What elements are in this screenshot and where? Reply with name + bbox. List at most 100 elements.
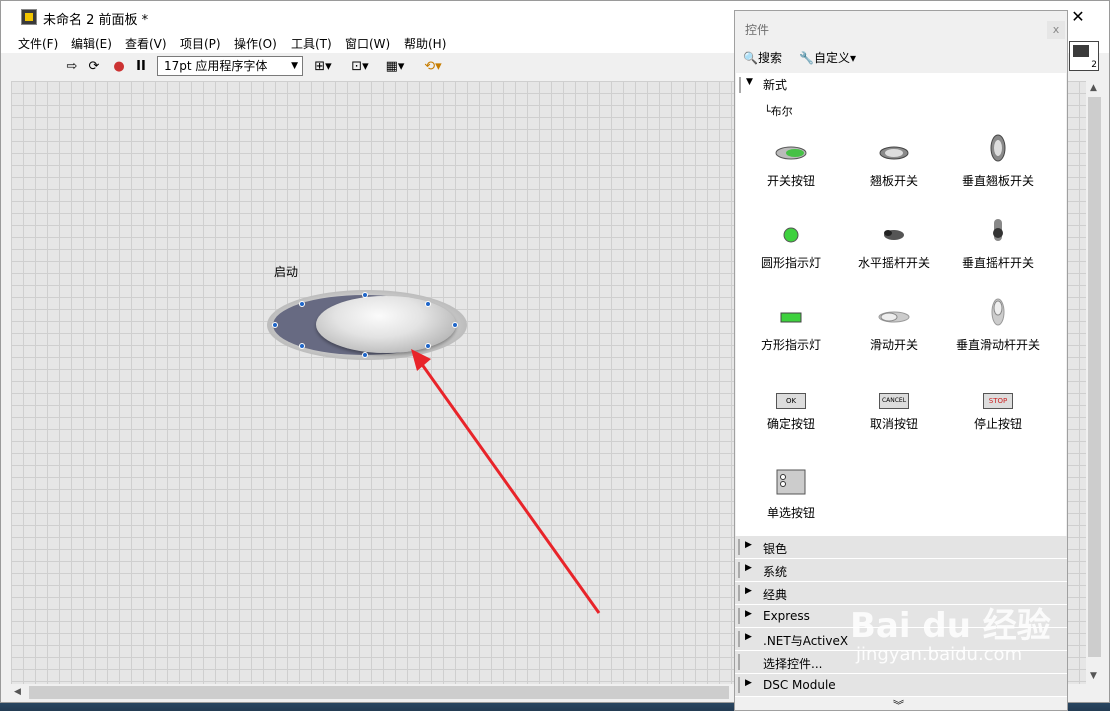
- category-label: .NET与ActiveX: [763, 634, 849, 648]
- resize-handle[interactable]: [272, 322, 278, 328]
- vertical-slide-icon: [991, 298, 1005, 326]
- resize-objects-icon[interactable]: ▦▾: [381, 58, 409, 76]
- menu-window[interactable]: 窗口(W): [345, 35, 390, 52]
- row-separator: [738, 562, 740, 578]
- palette-item[interactable]: 开关按钮: [741, 143, 841, 189]
- palette-item[interactable]: 方形指示灯: [741, 307, 841, 353]
- expand-right-icon: ▶: [745, 609, 752, 619]
- item-label: 确定按钮: [766, 417, 815, 431]
- abort-icon[interactable]: ●: [110, 58, 128, 76]
- wrench-icon: 🔧: [799, 51, 814, 65]
- resize-handle[interactable]: [362, 292, 368, 298]
- menu-edit[interactable]: 编辑(E): [71, 35, 112, 52]
- category-label: 选择控件...: [763, 657, 823, 671]
- stop-button-icon: STOP: [983, 393, 1013, 409]
- menu-project[interactable]: 项目(P): [180, 35, 221, 52]
- expand-right-icon: ▶: [745, 563, 752, 573]
- row-separator: [738, 677, 740, 693]
- item-label: 垂直滑动杆开关: [955, 338, 1040, 352]
- palette-content: ▼ 新式 └布尔 开关按钮 翘板开关 垂直翘板开关 圆形指示灯 水平摇杆开关 垂…: [736, 73, 1066, 536]
- reorder-icon[interactable]: ⟲▾: [419, 58, 447, 76]
- item-label: 滑动开关: [869, 338, 918, 352]
- search-label: 搜索: [757, 51, 782, 65]
- resize-handle[interactable]: [299, 343, 305, 349]
- scroll-down-icon[interactable]: ▼: [1090, 671, 1097, 681]
- run-arrow-icon[interactable]: ⇨: [63, 58, 81, 76]
- subcategory-boolean[interactable]: └布尔: [764, 103, 793, 119]
- palette-item[interactable]: 滑动开关: [844, 307, 944, 353]
- category-label: 经典: [763, 588, 788, 602]
- square-led-icon: [780, 312, 802, 323]
- expand-right-icon: ▶: [745, 678, 752, 688]
- resize-handle[interactable]: [299, 301, 305, 307]
- row-separator: [738, 631, 740, 647]
- pause-icon[interactable]: II: [132, 58, 150, 76]
- palette-search-button[interactable]: 🔍搜索: [743, 49, 782, 66]
- category-label: 银色: [763, 542, 788, 556]
- resize-handle[interactable]: [425, 301, 431, 307]
- palette-item[interactable]: 翘板开关: [844, 143, 944, 189]
- category-row[interactable]: ▶ 系统: [735, 559, 1067, 582]
- palette-item[interactable]: CANCEL 取消按钮: [844, 393, 944, 432]
- menu-help[interactable]: 帮助(H): [404, 35, 446, 52]
- align-objects-icon[interactable]: ⊞▾: [309, 58, 337, 76]
- cancel-button-icon: CANCEL: [879, 393, 909, 409]
- menu-file[interactable]: 文件(F): [18, 35, 58, 52]
- item-label: 圆形指示灯: [760, 256, 821, 270]
- row-separator: [738, 654, 740, 670]
- vertical-scroll-thumb[interactable]: [1088, 97, 1101, 657]
- item-label: 垂直摇杆开关: [961, 256, 1034, 270]
- chevron-down-icon: ▼: [291, 61, 298, 71]
- radio-button-icon: [776, 469, 806, 495]
- row-separator: [739, 77, 741, 93]
- control-label[interactable]: 启动: [274, 263, 298, 280]
- category-row[interactable]: ▶ DSC Module: [735, 674, 1067, 697]
- window-title: 未命名 2 前面板 *: [43, 13, 149, 28]
- expand-right-icon: ▶: [745, 632, 752, 642]
- expand-right-icon: ▶: [745, 540, 752, 550]
- row-separator: [738, 585, 740, 601]
- palette-customize-button[interactable]: 🔧自定义▾: [799, 49, 856, 66]
- vi-icon[interactable]: 2: [1069, 41, 1099, 71]
- palette-item[interactable]: STOP 停止按钮: [948, 393, 1048, 432]
- palette-item[interactable]: OK 确定按钮: [741, 393, 841, 432]
- vi-icon-graphic: [1073, 45, 1089, 57]
- expand-down-icon[interactable]: ▼: [746, 77, 753, 87]
- category-row[interactable]: ▶ 银色: [735, 536, 1067, 559]
- menu-view[interactable]: 查看(V): [125, 35, 167, 52]
- item-label: 停止按钮: [973, 417, 1022, 431]
- row-separator: [738, 539, 740, 555]
- palette-item[interactable]: 单选按钮: [741, 469, 841, 521]
- rocker-switch-icon: [879, 146, 909, 160]
- vi-icon-number: 2: [1091, 60, 1097, 70]
- baidu-watermark: Bai du 经验: [850, 606, 1051, 646]
- horizontal-scroll-thumb[interactable]: [29, 686, 729, 699]
- resize-handle[interactable]: [362, 352, 368, 358]
- vertical-toggle-icon: [993, 219, 1003, 241]
- palette-close-button[interactable]: x: [1047, 21, 1065, 39]
- palette-item[interactable]: 垂直翘板开关: [948, 133, 1048, 189]
- row-separator: [738, 608, 740, 624]
- slide-switch-icon: [878, 311, 910, 323]
- distribute-objects-icon[interactable]: ⊡▾: [346, 58, 374, 76]
- menu-operate[interactable]: 操作(O): [234, 35, 277, 52]
- category-modern[interactable]: 新式: [763, 76, 787, 93]
- item-label: 取消按钮: [869, 417, 918, 431]
- palette-item[interactable]: 水平摇杆开关: [844, 225, 944, 271]
- font-select[interactable]: 17pt 应用程序字体 ▼: [157, 56, 303, 76]
- item-label: 垂直翘板开关: [961, 174, 1034, 188]
- round-led-icon: [783, 227, 799, 243]
- resize-handle[interactable]: [452, 322, 458, 328]
- scroll-up-icon[interactable]: ▲: [1090, 83, 1097, 93]
- vertical-scrollbar[interactable]: ▲ ▼: [1086, 81, 1103, 684]
- palette-item[interactable]: 垂直摇杆开关: [948, 215, 1048, 271]
- scroll-left-icon[interactable]: ◀: [14, 687, 21, 697]
- palette-item[interactable]: 垂直滑动杆开关: [948, 297, 1048, 353]
- expand-right-icon: ▶: [745, 586, 752, 596]
- item-label: 翘板开关: [869, 174, 918, 188]
- run-continuously-icon[interactable]: ⟳: [85, 58, 103, 76]
- ok-button-icon: OK: [776, 393, 806, 409]
- vertical-rocker-icon: [990, 134, 1006, 162]
- palette-item[interactable]: 圆形指示灯: [741, 225, 841, 271]
- menu-tools[interactable]: 工具(T): [291, 35, 332, 52]
